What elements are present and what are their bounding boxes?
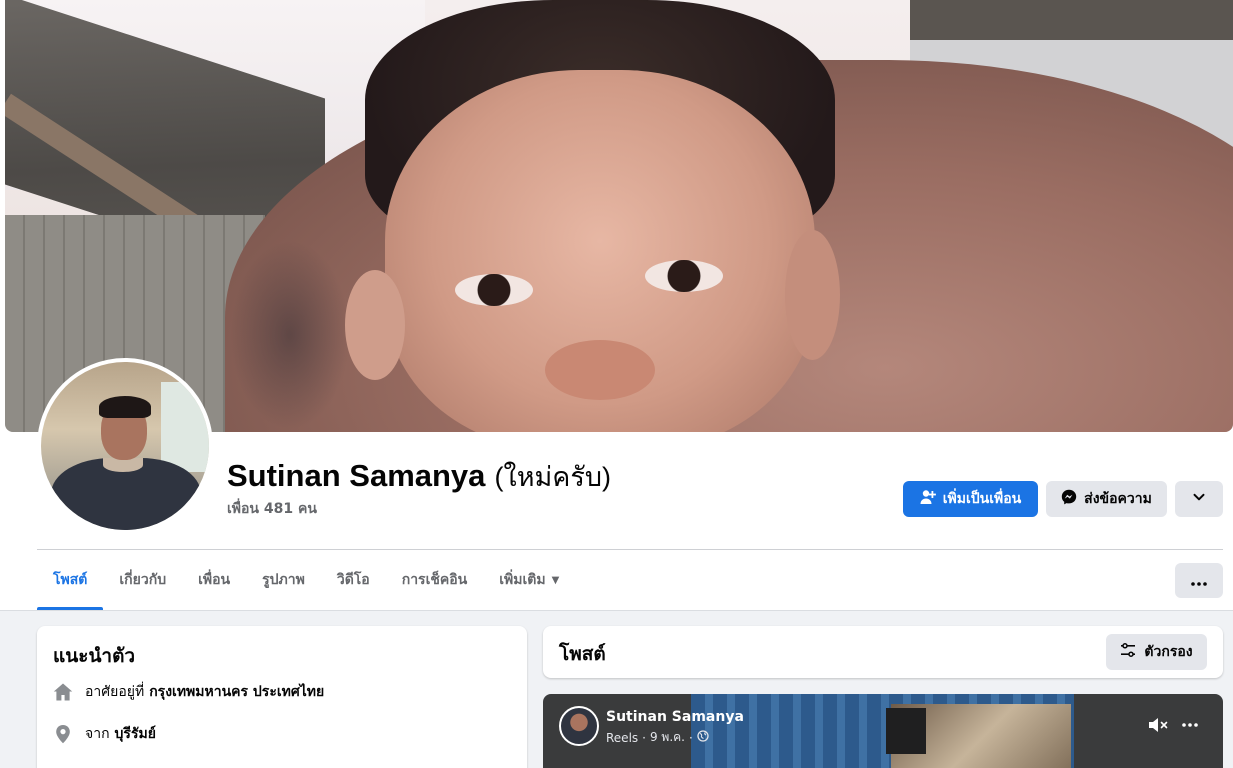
more-horizontal-icon (1191, 571, 1207, 590)
tabs-overflow-button[interactable] (1175, 563, 1223, 598)
intro-lives-in-value[interactable]: กรุงเทพมหานคร ประเทศไทย (149, 681, 324, 703)
profile-avatar[interactable] (37, 358, 213, 534)
tab-friends[interactable]: เพื่อน (182, 550, 246, 610)
intro-card: แนะนำตัว อาศัยอยู่ที่ กรุงเทพมหานคร ประเ… (37, 626, 527, 768)
reel-author-avatar[interactable] (559, 706, 599, 746)
friends-count[interactable]: เพื่อน 481 คน (227, 498, 317, 520)
reel-author-name[interactable]: Sutinan Samanya (606, 709, 744, 725)
add-friend-icon (920, 489, 936, 509)
intro-from-value[interactable]: บุรีรัมย์ (115, 723, 156, 745)
chevron-down-icon (1192, 490, 1206, 508)
message-label: ส่งข้อความ (1084, 491, 1152, 507)
tab-photos[interactable]: รูปภาพ (246, 550, 321, 610)
intro-item-lives-in: อาศัยอยู่ที่ กรุงเทพมหานคร ประเทศไทย (53, 681, 324, 703)
reel-more-icon[interactable] (1179, 714, 1201, 736)
location-pin-icon (53, 724, 73, 744)
filter-button[interactable]: ตัวกรอง (1106, 634, 1207, 670)
profile-name: Sutinan Samanya (227, 458, 486, 493)
reel-source[interactable]: Reels (606, 731, 638, 745)
cover-photo[interactable] (5, 0, 1233, 432)
tab-checkins[interactable]: การเช็คอิน (386, 550, 484, 610)
tab-more[interactable]: เพิ่มเติม ▼ (483, 550, 575, 610)
messenger-icon (1061, 489, 1077, 509)
tab-about[interactable]: เกี่ยวกับ (103, 550, 182, 610)
tab-posts[interactable]: โพสต์ (37, 550, 104, 610)
reel-video[interactable] (691, 694, 1074, 768)
home-icon (53, 682, 73, 702)
filter-label: ตัวกรอง (1144, 644, 1193, 660)
intro-title: แนะนำตัว (53, 645, 136, 667)
reel-post[interactable]: Sutinan Samanya Reels · 9 พ.ค. · (543, 694, 1223, 768)
tab-videos[interactable]: วิดีโอ (321, 550, 386, 610)
profile-tabs: โพสต์ เกี่ยวกับ เพื่อน รูปภาพ วิดีโอ การ… (37, 550, 575, 610)
intro-item-from: จาก บุรีรัมย์ (53, 723, 156, 745)
filter-icon (1120, 642, 1136, 662)
add-friend-button[interactable]: เพิ่มเป็นเพื่อน (903, 481, 1038, 517)
profile-alt-name: (ใหม่ครับ) (494, 462, 611, 492)
profile-header: Sutinan Samanya (ใหม่ครับ) เพื่อน 481 คน… (0, 0, 1233, 611)
profile-name-row: Sutinan Samanya (ใหม่ครับ) (227, 455, 611, 498)
caret-down-icon: ▼ (551, 574, 560, 586)
message-button[interactable]: ส่งข้อความ (1046, 481, 1167, 517)
add-friend-label: เพิ่มเป็นเพื่อน (942, 491, 1022, 507)
mute-icon[interactable] (1147, 714, 1169, 736)
posts-header-card: โพสต์ ตัวกรอง (543, 626, 1223, 678)
reel-date[interactable]: 9 พ.ค. (650, 728, 685, 747)
globe-icon (697, 730, 709, 745)
reel-meta: Reels · 9 พ.ค. · (606, 728, 709, 747)
posts-title: โพสต์ (559, 643, 606, 665)
profile-options-button[interactable] (1175, 481, 1223, 517)
